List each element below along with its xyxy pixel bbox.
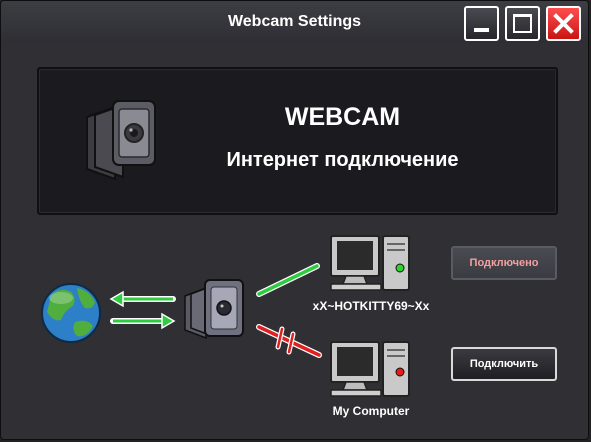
title-bar[interactable]: Webcam Settings: [1, 1, 588, 43]
computer-icon: [330, 235, 410, 291]
connected-button[interactable]: Подключено: [451, 246, 557, 280]
link-local-broken: [256, 324, 322, 358]
minimize-icon: [474, 28, 489, 32]
globe-icon: [41, 283, 101, 343]
webcam-settings-window: Webcam Settings WEBCAM Интернет подключе…: [0, 0, 589, 440]
maximize-button[interactable]: [505, 6, 540, 41]
local-computer-label: My Computer: [332, 404, 410, 418]
connect-button[interactable]: Подключить: [451, 347, 557, 381]
close-button[interactable]: [546, 6, 581, 41]
maximize-icon: [513, 14, 532, 33]
remote-computer-label: xX~HOTKITTY69~Xx: [312, 299, 430, 313]
window-title: Webcam Settings: [227, 13, 362, 30]
webcam-icon: [184, 279, 244, 340]
banner-subtitle: Интернет подключение: [226, 149, 459, 171]
header-banner: WEBCAM Интернет подключение: [37, 67, 558, 215]
close-icon: [553, 13, 574, 34]
minimize-button[interactable]: [464, 6, 499, 41]
transfer-arrows: [109, 290, 176, 330]
banner-title: WEBCAM: [284, 103, 401, 131]
computer-icon: [330, 341, 410, 397]
